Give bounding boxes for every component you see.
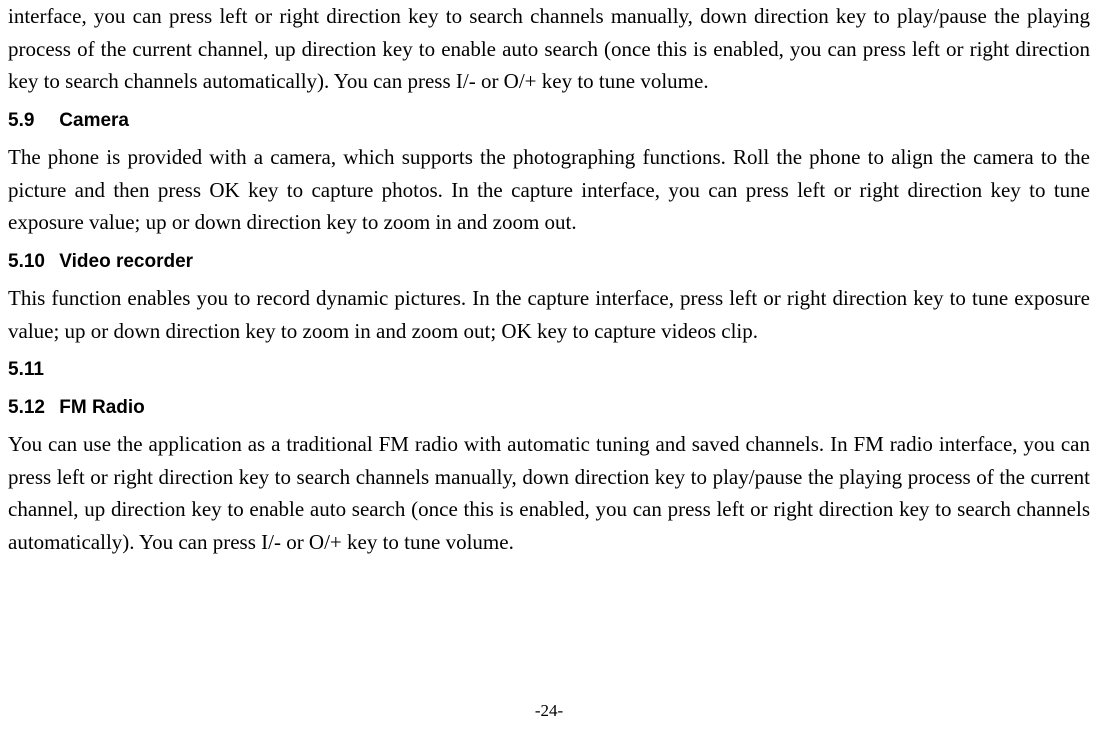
body-paragraph-fm: You can use the application as a traditi… [8,428,1090,558]
heading-number: 5.12 [8,393,54,422]
body-paragraph-video: This function enables you to record dyna… [8,282,1090,347]
heading-title: Camera [59,110,129,131]
heading-5-12: 5.12 FM Radio [8,393,1090,422]
heading-number: 5.9 [8,106,54,135]
heading-title: FM Radio [59,397,145,418]
heading-5-9: 5.9 Camera [8,106,1090,135]
heading-title: Video recorder [59,251,193,272]
body-paragraph-camera: The phone is provided with a camera, whi… [8,141,1090,239]
page-number: -24- [0,701,1098,721]
heading-5-10: 5.10 Video recorder [8,247,1090,276]
heading-5-11: 5.11 [8,355,1090,384]
body-paragraph-intro: interface, you can press left or right d… [8,0,1090,98]
heading-number: 5.11 [8,355,54,384]
heading-number: 5.10 [8,247,54,276]
